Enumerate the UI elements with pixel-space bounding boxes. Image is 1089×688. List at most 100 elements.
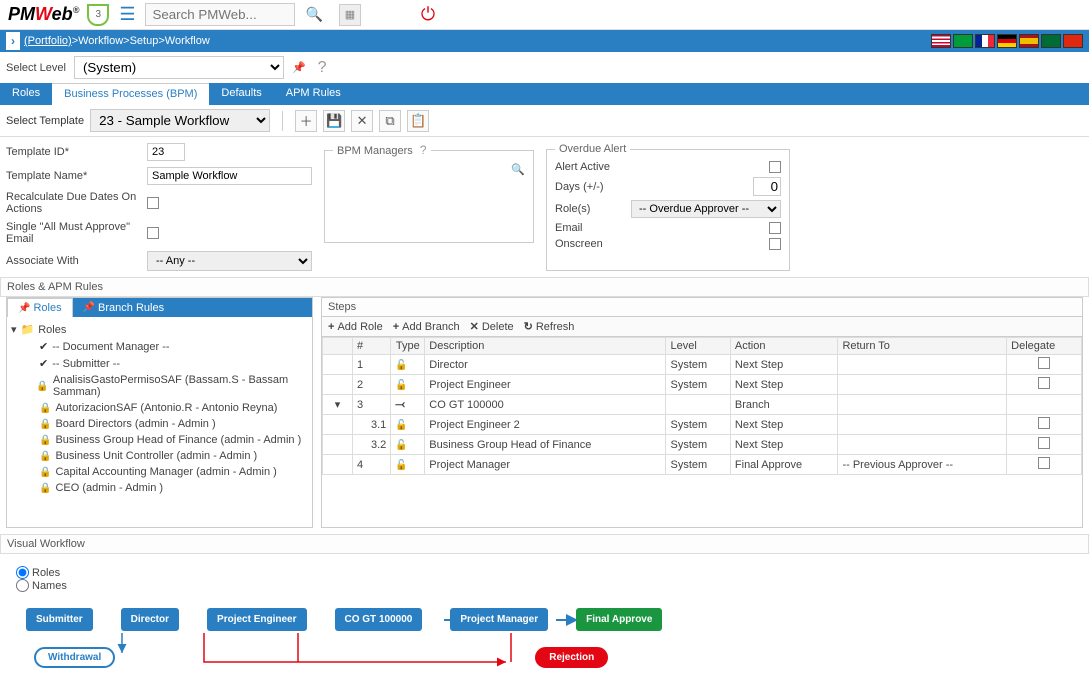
steps-header: Steps [322, 298, 1082, 317]
refresh-button[interactable]: ↻Refresh [524, 320, 575, 333]
visual-workflow-header: Visual Workflow [0, 534, 1089, 554]
tree-item[interactable]: 🔒AutorizacionSAF (Antonio.R - Antonio Re… [11, 400, 308, 416]
add-branch-button[interactable]: +Add Branch [393, 320, 460, 333]
col-return[interactable]: Return To [838, 338, 1007, 355]
flag-de[interactable] [997, 34, 1017, 48]
table-row[interactable]: ▾3⤙CO GT 100000Branch [323, 395, 1082, 415]
managers-search-icon[interactable]: 🔍 [511, 163, 525, 176]
flag-us[interactable] [931, 34, 951, 48]
radio-roles[interactable]: Roles [16, 566, 1073, 579]
logo: PMWeb® [8, 4, 79, 25]
col-action[interactable]: Action [730, 338, 838, 355]
breadcrumb-chevron-icon[interactable]: › [6, 32, 20, 50]
tree-item[interactable]: 🔒AnalisisGastoPermisoSAF (Bassam.S - Bas… [11, 372, 308, 400]
shield-icon[interactable]: 3 [87, 4, 109, 26]
alert-active-checkbox[interactable] [769, 161, 781, 173]
tab-bpm[interactable]: Business Processes (BPM) [52, 83, 209, 105]
flag-fr[interactable] [975, 34, 995, 48]
pin-icon[interactable]: 📌 [292, 61, 306, 74]
flow-node[interactable]: Director [121, 608, 179, 631]
tree-item[interactable]: 🔒Capital Accounting Manager (admin - Adm… [11, 464, 308, 480]
delegate-checkbox[interactable] [1038, 377, 1050, 389]
copy-button[interactable]: ⧉ [379, 110, 401, 132]
template-id-label: Template ID* [6, 146, 141, 158]
template-id-input[interactable] [147, 143, 185, 161]
radio-names[interactable]: Names [16, 579, 1073, 592]
tree-item[interactable]: 🔒CFO (admin - Admin ) [11, 496, 308, 497]
table-row[interactable]: 4🔓Project ManagerSystemFinal Approve-- P… [323, 455, 1082, 475]
flag-br[interactable] [953, 34, 973, 48]
col-type[interactable]: Type [391, 338, 425, 355]
delegate-checkbox[interactable] [1038, 417, 1050, 429]
table-row[interactable]: 3.2🔓Business Group Head of FinanceSystem… [323, 435, 1082, 455]
flag-cn[interactable] [1063, 34, 1083, 48]
flag-es[interactable] [1019, 34, 1039, 48]
search-icon[interactable]: 🔍 [305, 6, 322, 23]
recalc-checkbox[interactable] [147, 197, 159, 209]
delegate-checkbox[interactable] [1038, 357, 1050, 369]
tree-item[interactable]: 🔒Business Unit Controller (admin - Admin… [11, 448, 308, 464]
flag-sa[interactable] [1041, 34, 1061, 48]
days-input[interactable] [753, 177, 781, 196]
col-desc[interactable]: Description [425, 338, 666, 355]
tree-item-label: Board Directors (admin - Admin ) [55, 418, 215, 430]
col-delegate[interactable]: Delegate [1007, 338, 1082, 355]
main-tabs: Roles Business Processes (BPM) Defaults … [0, 83, 1089, 105]
breadcrumb-portfolio[interactable]: (Portfolio) [24, 35, 72, 47]
lock-icon: 🔒 [39, 419, 51, 430]
flow-node[interactable]: Submitter [26, 608, 93, 631]
select-template-dropdown[interactable]: 23 - Sample Workflow [90, 109, 270, 132]
save-button[interactable]: 💾 [323, 110, 345, 132]
delete-button[interactable]: ✕ [351, 110, 373, 132]
table-row[interactable]: 1🔓DirectorSystemNext Step [323, 355, 1082, 375]
help-icon[interactable]: ? [318, 59, 327, 77]
search-input[interactable] [145, 3, 295, 26]
delete-step-button[interactable]: ✕Delete [470, 320, 514, 333]
flow-node[interactable]: Project Manager [450, 608, 548, 631]
table-row[interactable]: 2🔓Project EngineerSystemNext Step [323, 375, 1082, 395]
topbar: PMWeb® 3 ☰ 🔍 ▦ ⏻ [0, 0, 1089, 30]
select-level-dropdown[interactable]: (System) [74, 56, 284, 79]
new-button[interactable]: ＋ [295, 110, 317, 132]
flow-node[interactable]: Project Engineer [207, 608, 306, 631]
associate-with-dropdown[interactable]: -- Any -- [147, 251, 312, 271]
apps-icon[interactable]: ▦ [339, 4, 361, 26]
power-icon[interactable]: ⏻ [421, 4, 435, 25]
tree-item[interactable]: 🔒Business Group Head of Finance (admin -… [11, 432, 308, 448]
template-name-input[interactable] [147, 167, 312, 185]
inner-tab-branch[interactable]: 📌Branch Rules [73, 298, 175, 317]
single-approve-checkbox[interactable] [147, 227, 159, 239]
tree-item[interactable]: 🔒 Board Directors (admin - Admin ) [11, 416, 308, 432]
overdue-roles-dropdown[interactable]: -- Overdue Approver -- [631, 200, 781, 218]
tab-apm[interactable]: APM Rules [274, 83, 353, 105]
tree-root[interactable]: ▾📁Roles [11, 321, 308, 338]
tab-roles[interactable]: Roles [0, 83, 52, 105]
roles-tree[interactable]: ▾📁Roles✔-- Document Manager --✔-- Submit… [7, 317, 312, 497]
inner-tab-roles[interactable]: 📌Roles [7, 298, 73, 317]
logo-eb: eb [52, 4, 73, 24]
tree-item[interactable]: ✔-- Submitter -- [11, 355, 308, 372]
col-level[interactable]: Level [666, 338, 730, 355]
tree-item-label: -- Submitter -- [52, 358, 120, 370]
delegate-checkbox[interactable] [1038, 437, 1050, 449]
level-row: Select Level (System) 📌 ? [0, 52, 1089, 83]
add-role-button[interactable]: +Add Role [328, 320, 383, 333]
delegate-checkbox[interactable] [1038, 457, 1050, 469]
col-num[interactable]: # [353, 338, 391, 355]
pin-icon: 📌 [83, 302, 95, 313]
tree-item[interactable]: ✔-- Document Manager -- [11, 338, 308, 355]
overdue-onscreen-checkbox[interactable] [769, 238, 781, 250]
steps-grid: # Type Description Level Action Return T… [322, 337, 1082, 475]
flow-withdrawal[interactable]: Withdrawal [34, 647, 115, 668]
logo-w: W [35, 4, 52, 24]
menu-icon[interactable]: ☰ [119, 4, 135, 25]
table-row[interactable]: 3.1🔓Project Engineer 2SystemNext Step [323, 415, 1082, 435]
tree-item[interactable]: 🔒CEO (admin - Admin ) [11, 480, 308, 496]
tab-defaults[interactable]: Defaults [209, 83, 273, 105]
flow-node[interactable]: Final Approve [576, 608, 662, 631]
overdue-email-checkbox[interactable] [769, 222, 781, 234]
flow-node[interactable]: CO GT 100000 [335, 608, 423, 631]
paste-button[interactable]: 📋 [407, 110, 429, 132]
flow-rejection[interactable]: Rejection [535, 647, 608, 668]
managers-help-icon[interactable]: ? [420, 143, 427, 157]
